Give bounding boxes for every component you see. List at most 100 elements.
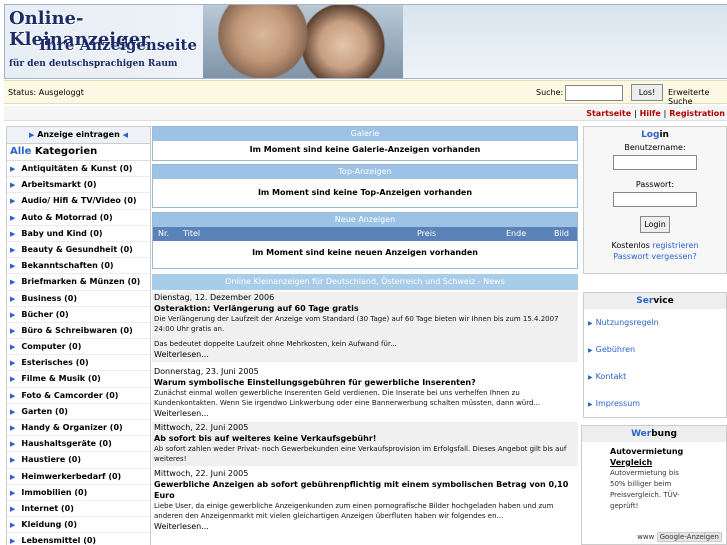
- arrow-right-icon: ▶: [10, 440, 16, 449]
- advanced-search-link[interactable]: Erweiterte Suche: [668, 88, 727, 106]
- category-item[interactable]: ▶ Haustiere (0): [7, 452, 150, 469]
- category-item[interactable]: ▶ Garten (0): [7, 404, 150, 420]
- status-bar: Status: Ausgeloggt Suche: Los! Erweitert…: [4, 80, 727, 106]
- service-link-imprint[interactable]: ▶ Impressum: [584, 390, 726, 417]
- arrow-right-icon: ▶: [10, 488, 16, 497]
- category-item[interactable]: ▶ Büro & Schreibwaren (0): [7, 323, 150, 340]
- category-item[interactable]: ▶ Immobilien (0): [7, 485, 150, 501]
- col-nr: Nr.: [158, 229, 170, 238]
- nav-home-link[interactable]: Startseite: [586, 109, 631, 118]
- arrow-right-icon: ▶: [10, 456, 16, 465]
- category-item[interactable]: ▶ Audio/ Hifi & TV/Video (0): [7, 193, 150, 210]
- ad-text-line: 50% billiger beim: [610, 480, 672, 488]
- login-title-b: in: [659, 130, 669, 140]
- main-content: Galerie Im Moment sind keine Galerie-Anz…: [152, 126, 578, 545]
- category-item[interactable]: ▶ Kleidung (0): [7, 517, 150, 534]
- news-title[interactable]: Ab sofort bis auf weiteres keine Verkauf…: [152, 433, 578, 444]
- service-link-rules[interactable]: ▶ Nutzungsregeln: [584, 309, 726, 336]
- forgot-password-line: Passwort vergessen?: [584, 252, 726, 261]
- insert-ad-link[interactable]: ▶ Anzeige eintragen ◀: [7, 127, 150, 144]
- news-title[interactable]: Warum symbolische Einstellungsgebühren f…: [152, 377, 578, 388]
- category-item[interactable]: ▶ Filme & Musik (0): [7, 371, 150, 388]
- google-ads-link[interactable]: www Google-Anzeigen: [637, 532, 722, 542]
- news-item: Dienstag, 12. Dezember 2006 Osteraktion:…: [152, 292, 578, 362]
- category-item[interactable]: ▶ Antiquitäten & Kunst (0): [7, 161, 150, 178]
- arrow-right-icon: ▶: [10, 343, 16, 352]
- arrow-right-icon: ▶: [10, 472, 16, 481]
- arrow-right-icon: ▶: [29, 131, 35, 139]
- col-title: Titel: [183, 229, 201, 238]
- logo-tagline: für den deutschsprachigen Raum: [9, 59, 178, 69]
- news-item: Mittwoch, 22. Juni 2005 Ab sofort bis au…: [152, 422, 578, 466]
- category-label: Auto & Motorrad (0): [21, 212, 113, 222]
- login-title-a: Log: [641, 130, 660, 140]
- search-input[interactable]: [565, 85, 623, 101]
- username-label: Benutzername:: [624, 143, 686, 152]
- password-field[interactable]: [613, 192, 697, 207]
- category-label: Beauty & Gesundheit (0): [21, 244, 133, 254]
- username-field[interactable]: [613, 155, 697, 170]
- register-link[interactable]: registrieren: [652, 241, 698, 250]
- category-label: Bücher (0): [21, 309, 69, 319]
- category-label: Handy & Organizer (0): [21, 423, 123, 432]
- category-item[interactable]: ▶ Computer (0): [7, 339, 150, 356]
- category-label: Arbeitsmarkt (0): [21, 180, 97, 190]
- arrow-right-icon: ▶: [10, 262, 16, 271]
- read-more-link[interactable]: Weiterlesen...: [152, 349, 578, 360]
- new-ads-box: Neue Anzeigen Nr. Titel Preis Ende Bild …: [152, 212, 578, 269]
- right-sidebar: Login Benutzername: Passwort: Login Kost…: [581, 126, 727, 545]
- category-item[interactable]: ▶ Business (0): [7, 291, 150, 307]
- news-title[interactable]: Osteraktion: Verlängerung auf 60 Tage gr…: [152, 303, 578, 314]
- arrow-right-icon: ▶: [10, 310, 16, 319]
- read-more-link[interactable]: Weiterlesen...: [152, 521, 578, 532]
- category-item[interactable]: ▶ Bücher (0): [7, 307, 150, 323]
- news-date: Donnerstag, 23. Juni 2005: [154, 367, 259, 376]
- category-item[interactable]: ▶ Arbeitsmarkt (0): [7, 177, 150, 194]
- nav-separator: |: [660, 109, 670, 118]
- category-item[interactable]: ▶ Auto & Motorrad (0): [7, 210, 150, 226]
- category-label: Foto & Camcorder (0): [21, 390, 119, 400]
- news-body: Zunächst einmal wollen gewerbliche Inser…: [154, 389, 541, 407]
- service-link-label: Impressum: [595, 399, 641, 408]
- arrow-right-icon: ▶: [10, 213, 16, 222]
- gallery-title: Galerie: [153, 127, 577, 141]
- read-more-link[interactable]: Weiterlesen...: [152, 408, 578, 419]
- login-button[interactable]: Login: [640, 216, 670, 233]
- news-date: Mittwoch, 22. Juni 2005: [154, 423, 249, 432]
- nav-registration-link[interactable]: Registration: [669, 109, 725, 118]
- forgot-password-link[interactable]: Passwort vergessen?: [613, 252, 697, 261]
- category-item[interactable]: ▶ Baby und Kind (0): [7, 226, 150, 242]
- service-link-label: Gebühren: [595, 345, 636, 354]
- category-item[interactable]: ▶ Handy & Organizer (0): [7, 420, 150, 437]
- ad-text-line: Autovermietung bis: [610, 469, 679, 477]
- category-item[interactable]: ▶ Bekanntschaften (0): [7, 258, 150, 275]
- service-link-fees[interactable]: ▶ Gebühren: [584, 336, 726, 363]
- category-item[interactable]: ▶ Lebensmittel (0): [7, 533, 150, 545]
- arrow-right-icon: ▶: [10, 407, 16, 416]
- login-box: Login Benutzername: Passwort: Login Kost…: [583, 126, 727, 274]
- category-label: Esterisches (0): [21, 358, 89, 368]
- search-button[interactable]: Los!: [631, 84, 663, 101]
- category-item[interactable]: ▶ Foto & Camcorder (0): [7, 388, 150, 404]
- service-link-contact[interactable]: ▶ Kontakt: [584, 363, 726, 390]
- arrow-right-icon: ▶: [10, 245, 16, 254]
- nav-help-link[interactable]: Hilfe: [640, 109, 661, 118]
- triangle-right-icon: ▶: [588, 401, 593, 408]
- category-label: Antiquitäten & Kunst (0): [21, 164, 133, 173]
- category-item[interactable]: ▶ Haushaltsgeräte (0): [7, 436, 150, 453]
- category-label: Business (0): [21, 293, 77, 303]
- category-item[interactable]: ▶ Briefmarken & Münzen (0): [7, 274, 150, 291]
- ad-title-link[interactable]: Vergleich: [610, 458, 652, 467]
- site-logo[interactable]: Online-Kleinanzeiger Ihre Anzeigenseite …: [5, 5, 203, 78]
- category-list: ▶ Antiquitäten & Kunst (0) ▶ Arbeitsmarkt (…: [7, 161, 150, 545]
- category-item[interactable]: ▶ Internet (0): [7, 501, 150, 518]
- category-item[interactable]: ▶ Heimwerkerbedarf (0): [7, 469, 150, 485]
- category-item[interactable]: ▶ Esterisches (0): [7, 355, 150, 372]
- category-item[interactable]: ▶ Beauty & Gesundheit (0): [7, 242, 150, 259]
- text-ad[interactable]: Autovermietung Vergleich Autovermietung …: [582, 442, 726, 512]
- logo-subtitle: Ihre Anzeigenseite: [39, 36, 197, 54]
- news-title[interactable]: Gewerbliche Anzeigen ab sofort gebührenp…: [152, 479, 578, 501]
- login-title: Login: [584, 130, 726, 140]
- login-status: Status: Ausgeloggt: [8, 88, 84, 97]
- service-box: Service ▶ Nutzungsregeln ▶ Gebühren ▶ Konta…: [583, 292, 727, 418]
